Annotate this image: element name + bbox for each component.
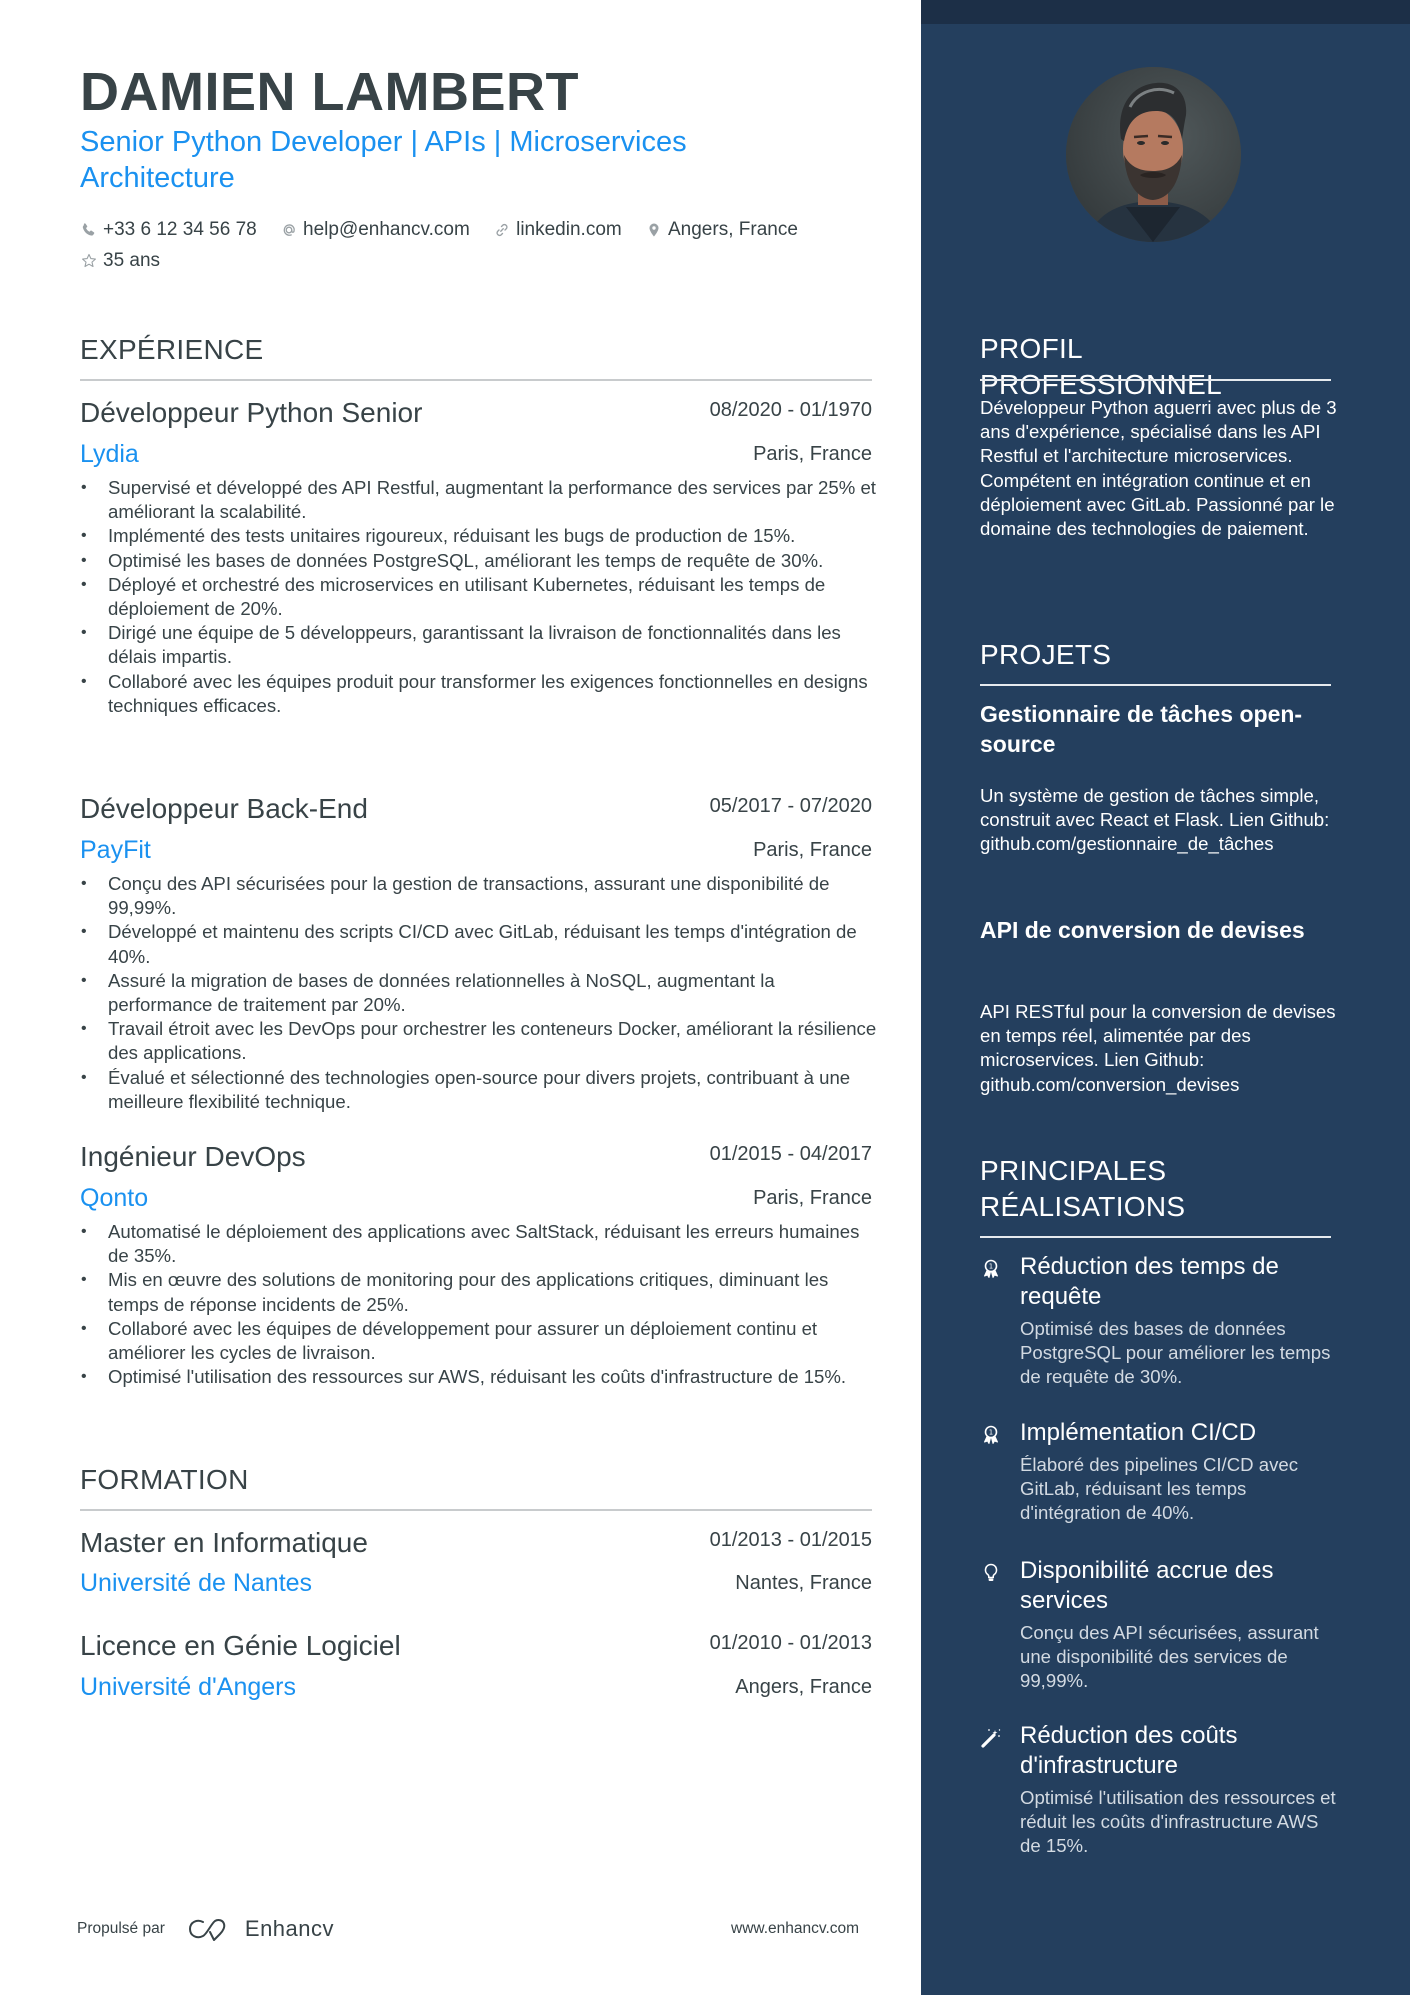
contact-age: 35 ans [80, 247, 160, 275]
powered-by-label: Propulsé par [77, 1920, 165, 1937]
job-bullet: Évalué et sélectionné des technologies o… [80, 1066, 880, 1114]
profile-section-title: PROFIL PROFESSIONNEL [980, 333, 1222, 400]
education-section-title: FORMATION [80, 1464, 249, 1495]
sidebar [921, 0, 1410, 1995]
job-bullet: Optimisé les bases de données PostgreSQL… [80, 549, 880, 573]
education-school[interactable]: Université de Nantes [80, 1567, 312, 1599]
lightbulb-icon [980, 1562, 1002, 1584]
project-title: API de conversion de devises [980, 917, 1305, 943]
achievement-description: Élaboré des pipelines CI/CD avec GitLab,… [1020, 1454, 1299, 1524]
job-bullet: Déployé et orchestré des microservices e… [80, 573, 880, 621]
achievement-title: Réduction des coûts d'infrastructure [1020, 1722, 1238, 1779]
job-bullet: Collaboré avec les équipes produit pour … [80, 670, 880, 718]
job-dates: 08/2020 - 01/1970 [709, 399, 872, 421]
profile-summary: Développeur Python aguerri avec plus de … [980, 397, 1337, 540]
project-description: API RESTful pour la conversion de devise… [980, 1001, 1336, 1095]
achievement-title: Réduction des temps de requête [1020, 1253, 1279, 1310]
achievement-title: Disponibilité accrue des services [1020, 1557, 1274, 1614]
award-ribbon-icon: 1 [980, 1424, 1002, 1446]
job-location: Paris, France [753, 1187, 872, 1209]
star-icon [80, 252, 98, 270]
projects-section-title: PROJETS [980, 639, 1112, 670]
experience-section-title: EXPÉRIENCE [80, 334, 264, 365]
achievement-description: Conçu des API sécurisées, assurant une d… [1020, 1622, 1319, 1692]
profile-divider [980, 379, 1331, 381]
job-bullet: Mis en œuvre des solutions de monitoring… [80, 1268, 880, 1316]
job-bullet: Automatisé le déploiement des applicatio… [80, 1220, 880, 1268]
enhancv-logo-icon [188, 1919, 226, 1941]
education-dates: 01/2010 - 01/2013 [709, 1632, 872, 1654]
contact-location-text: Angers, France [668, 219, 798, 240]
education-school[interactable]: Université d'Angers [80, 1671, 296, 1703]
link-icon [493, 221, 511, 239]
job-bullet: Supervisé et développé des API Restful, … [80, 476, 880, 524]
enhancv-brand-name: Enhancv [244, 1916, 335, 1941]
experience-divider [80, 379, 872, 381]
footer-powered-by: Propulsé par Enhancv [77, 1916, 334, 1942]
projects-divider [980, 684, 1331, 686]
job-title: Développeur Back-End [80, 793, 368, 824]
achievements-divider [980, 1236, 1331, 1238]
achievement-description: Optimisé des bases de données PostgreSQL… [1020, 1318, 1331, 1388]
job-bullet: Collaboré avec les équipes de développem… [80, 1317, 880, 1365]
job-bullet: Implémenté des tests unitaires rigoureux… [80, 524, 880, 548]
project-description: Un système de gestion de tâches simple, … [980, 785, 1330, 855]
education-location: Nantes, France [735, 1572, 872, 1594]
svg-text:1: 1 [989, 1429, 993, 1437]
job-dates: 01/2015 - 04/2017 [709, 1143, 872, 1165]
job-bullet: Assuré la migration de bases de données … [80, 969, 880, 1017]
contact-email[interactable]: help@enhancv.com [280, 216, 470, 244]
education-location: Angers, France [735, 1676, 872, 1698]
enhancv-logo[interactable]: Enhancv [187, 1916, 334, 1942]
project-title: Gestionnaire de tâches open-source [980, 701, 1303, 757]
job-bullets: Conçu des API sécurisées pour la gestion… [80, 872, 880, 1114]
svg-text:1: 1 [989, 1263, 993, 1271]
contact-phone[interactable]: +33 6 12 34 56 78 [80, 216, 257, 244]
job-bullets: Supervisé et développé des API Restful, … [80, 476, 880, 718]
at-icon [280, 221, 298, 239]
location-pin-icon [645, 221, 663, 239]
footer-website[interactable]: www.enhancv.com [731, 1920, 859, 1938]
contact-location: Angers, France [645, 216, 798, 244]
job-bullet: Dirigé une équipe de 5 développeurs, gar… [80, 621, 880, 669]
job-location: Paris, France [753, 443, 872, 465]
job-dates: 05/2017 - 07/2020 [709, 795, 872, 817]
contact-linkedin-text: linkedin.com [516, 219, 622, 240]
contact-age-text: 35 ans [103, 250, 161, 271]
achievement-description: Optimisé l'utilisation des ressources et… [1020, 1787, 1336, 1857]
job-bullet: Travail étroit avec les DevOps pour orch… [80, 1017, 880, 1065]
contact-info: +33 6 12 34 56 78 help@enhancv.com linke… [80, 216, 880, 278]
profile-photo [1066, 67, 1241, 242]
avatar-illustration [1066, 67, 1241, 242]
sidebar-top-band [921, 0, 1410, 24]
education-divider [80, 1509, 872, 1511]
job-title: Développeur Python Senior [80, 397, 423, 428]
job-bullets: Automatisé le déploiement des applicatio… [80, 1220, 880, 1390]
job-company[interactable]: Qonto [80, 1182, 148, 1214]
contact-email-text: help@enhancv.com [303, 219, 470, 240]
job-bullet: Optimisé l'utilisation des ressources su… [80, 1365, 880, 1389]
education-degree: Master en Informatique [80, 1527, 368, 1558]
achievement-title: Implémentation CI/CD [1020, 1419, 1257, 1446]
education-dates: 01/2013 - 01/2015 [709, 1529, 872, 1551]
job-company[interactable]: PayFit [80, 834, 151, 866]
job-bullet: Développé et maintenu des scripts CI/CD … [80, 920, 880, 968]
job-location: Paris, France [753, 839, 872, 861]
award-ribbon-icon: 1 [980, 1258, 1002, 1280]
job-title: Ingénieur DevOps [80, 1141, 306, 1172]
job-company[interactable]: Lydia [80, 438, 139, 470]
achievements-section-title: PRINCIPALES RÉALISATIONS [980, 1155, 1186, 1222]
education-degree: Licence en Génie Logiciel [80, 1630, 401, 1661]
contact-linkedin[interactable]: linkedin.com [493, 216, 622, 244]
candidate-name: DAMIEN LAMBERT [80, 62, 579, 122]
magic-wand-icon [980, 1727, 1002, 1749]
job-bullet: Conçu des API sécurisées pour la gestion… [80, 872, 880, 920]
contact-phone-text: +33 6 12 34 56 78 [103, 219, 257, 240]
candidate-headline: Senior Python Developer | APIs | Microse… [80, 126, 687, 194]
phone-icon [80, 221, 98, 239]
